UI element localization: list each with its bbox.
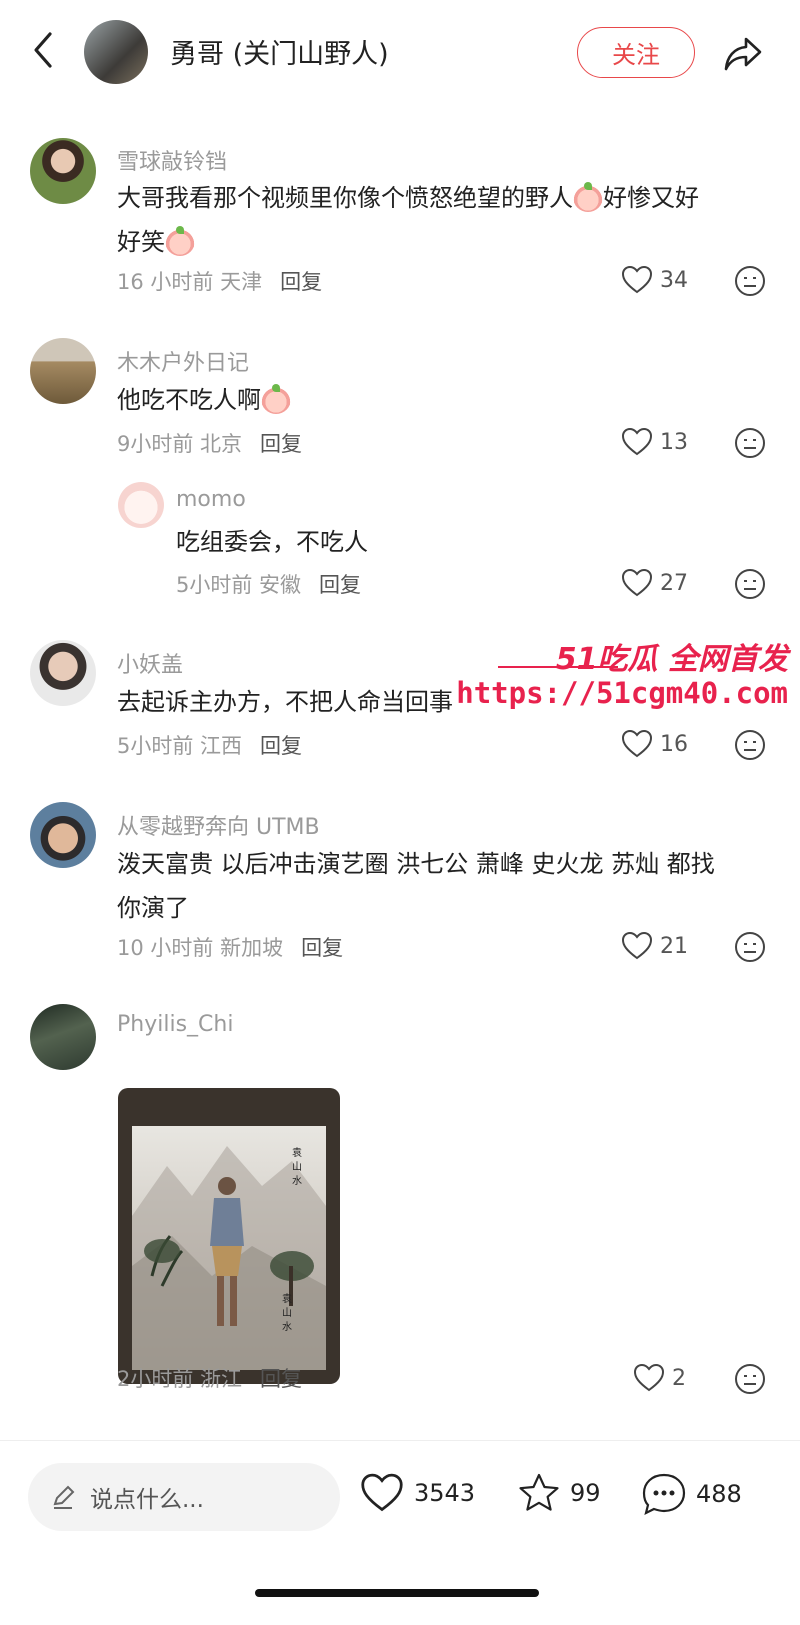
bottom-action-bar: 说点什么... 3543 99 488 — [0, 1440, 800, 1625]
avatar[interactable] — [30, 802, 96, 868]
comment-username[interactable]: 雪球敲铃铛 — [117, 144, 227, 176]
svg-text:袁: 袁 — [292, 1147, 302, 1159]
dislike-icon[interactable] — [734, 931, 766, 963]
dislike-icon[interactable] — [734, 265, 766, 297]
like-button[interactable]: 27 — [620, 565, 688, 601]
pen-icon — [53, 1485, 75, 1509]
crying-emoji-icon — [165, 226, 195, 256]
comment-time: 10 小时前 新加坡 — [117, 936, 284, 960]
reply-button[interactable]: 回复 — [301, 936, 343, 960]
dislike-icon[interactable] — [734, 568, 766, 600]
reply-button[interactable]: 回复 — [319, 573, 361, 597]
comment-username[interactable]: 小妖盖 — [117, 647, 183, 679]
dislike-icon[interactable] — [734, 1363, 766, 1395]
comment-meta: 5小时前 江西 回复 — [117, 730, 302, 760]
star-icon — [519, 1473, 559, 1511]
svg-text:山: 山 — [292, 1161, 302, 1173]
comment-text-part: 他吃不吃人啊 — [117, 386, 261, 414]
heart-icon — [621, 427, 653, 456]
svg-text:山: 山 — [282, 1307, 292, 1319]
heart-icon — [621, 729, 653, 758]
painting-scene-icon: 袁 山 水 袁 山 水 — [132, 1146, 326, 1370]
comment-meta: 9小时前 北京 回复 — [117, 428, 302, 458]
reply-button[interactable]: 回复 — [260, 1367, 302, 1391]
comment-text-part: 泼天富贵 以后冲击演艺圈 洪七公 萧峰 史火龙 苏灿 都找 — [117, 850, 715, 878]
author-name[interactable]: 勇哥 (关门山野人) — [170, 32, 389, 71]
comment-username[interactable]: Phyilis_Chi — [117, 1012, 233, 1037]
share-icon[interactable] — [722, 33, 764, 73]
author-avatar[interactable] — [84, 20, 148, 84]
post-like-button[interactable]: 3543 — [358, 1471, 475, 1515]
comment-meta: 5小时前 安徽 回复 — [176, 569, 361, 599]
reply-button[interactable]: 回复 — [260, 734, 302, 758]
comment-text: 大哥我看那个视频里你像个愤怒绝望的野人 好惨又好 好笑 — [117, 176, 757, 264]
svg-text:袁: 袁 — [282, 1293, 292, 1305]
post-collect-count: 99 — [570, 1479, 601, 1507]
comment-image-painting[interactable]: 袁 山 水 袁 山 水 — [118, 1088, 340, 1384]
like-count: 16 — [660, 731, 688, 757]
like-count: 2 — [672, 1365, 686, 1391]
comment-text-part: 好笑 — [117, 228, 165, 256]
reply-button[interactable]: 回复 — [260, 432, 302, 456]
back-icon[interactable] — [28, 30, 58, 70]
like-count: 21 — [660, 933, 688, 959]
like-count: 34 — [660, 267, 688, 293]
like-count: 27 — [660, 570, 688, 596]
like-button[interactable]: 2 — [632, 1360, 686, 1396]
like-button[interactable]: 16 — [620, 726, 688, 762]
avatar[interactable] — [30, 338, 96, 404]
like-button[interactable]: 21 — [620, 928, 688, 964]
watermark-url: https://51cgm40.com — [456, 676, 788, 710]
crying-emoji-icon — [573, 182, 603, 212]
watermark: 51吃瓜 全网首发 https://51cgm40.com — [456, 634, 798, 714]
comment-username[interactable]: 木木户外日记 — [117, 345, 249, 377]
post-comment-count: 488 — [696, 1480, 742, 1508]
comment-meta: 16 小时前 天津 回复 — [117, 266, 322, 296]
comment-input-placeholder: 说点什么... — [90, 1487, 204, 1513]
comment-bubble-icon — [642, 1473, 686, 1516]
like-count: 13 — [660, 429, 688, 455]
reply-button[interactable]: 回复 — [280, 270, 322, 294]
dislike-icon[interactable] — [734, 427, 766, 459]
home-indicator[interactable] — [255, 1589, 539, 1597]
comment-meta: 10 小时前 新加坡 回复 — [117, 932, 343, 962]
follow-button[interactable]: 关注 — [577, 27, 695, 78]
heart-icon — [633, 1363, 665, 1392]
top-bar: 勇哥 (关门山野人) 关注 — [0, 0, 800, 100]
avatar[interactable] — [30, 138, 96, 204]
comment-time: 16 小时前 天津 — [117, 270, 263, 294]
like-button[interactable]: 13 — [620, 424, 688, 460]
crying-emoji-icon — [261, 384, 291, 414]
comment-username[interactable]: momo — [176, 487, 246, 512]
watermark-brand: 51吃瓜 全网首发 — [555, 642, 788, 677]
dislike-icon[interactable] — [734, 729, 766, 761]
heart-icon — [621, 931, 653, 960]
avatar[interactable] — [30, 1004, 96, 1070]
post-comment-button[interactable]: 488 — [640, 1471, 742, 1517]
comment-text-part: 大哥我看那个视频里你像个愤怒绝望的野人 — [117, 184, 573, 212]
svg-text:水: 水 — [292, 1175, 302, 1187]
post-collect-button[interactable]: 99 — [516, 1471, 601, 1515]
heart-icon — [621, 568, 653, 597]
comment-text: 吃组委会，不吃人 — [176, 528, 368, 556]
comment-time: 9小时前 北京 — [117, 432, 243, 456]
avatar[interactable] — [118, 482, 164, 528]
comment-text: 泼天富贵 以后冲击演艺圈 洪七公 萧峰 史火龙 苏灿 都找 你演了 — [117, 842, 757, 930]
comment-text-part: 你演了 — [117, 894, 189, 922]
comment-input[interactable]: 说点什么... — [28, 1463, 340, 1531]
comment-time: 2小时前 浙江 — [117, 1367, 243, 1391]
painting-canvas: 袁 山 水 袁 山 水 — [132, 1126, 326, 1370]
comment-meta: 2小时前 浙江 回复 — [117, 1363, 302, 1393]
comment-time: 5小时前 江西 — [117, 734, 243, 758]
comment-text: 他吃不吃人啊 — [117, 378, 757, 422]
comment-text-part: 好惨又好 — [603, 184, 699, 212]
like-button[interactable]: 34 — [620, 262, 688, 298]
heart-icon — [361, 1473, 403, 1512]
comment-time: 5小时前 安徽 — [176, 573, 302, 597]
heart-icon — [621, 265, 653, 294]
svg-text:水: 水 — [282, 1321, 292, 1333]
comment-username[interactable]: 从零越野奔向 UTMB — [117, 809, 320, 841]
post-like-count: 3543 — [414, 1479, 476, 1507]
avatar[interactable] — [30, 640, 96, 706]
